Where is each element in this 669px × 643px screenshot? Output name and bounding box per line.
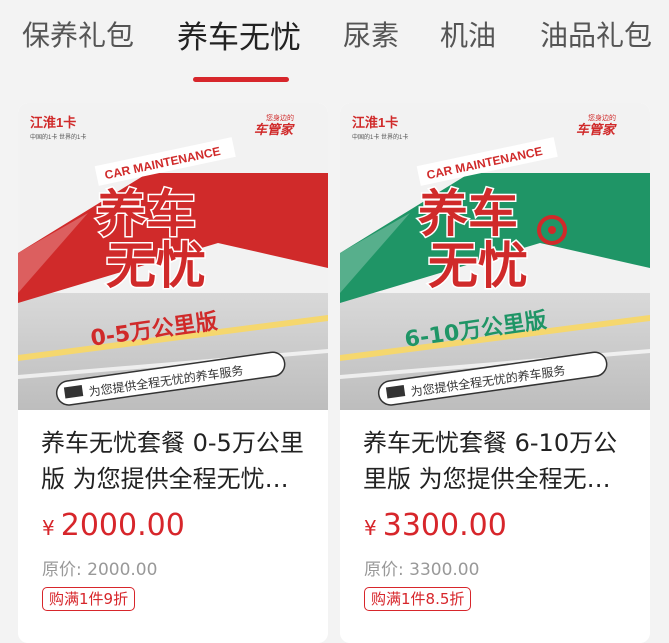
currency-symbol: ¥ (364, 516, 377, 540)
badge-top: 您身边的 (266, 113, 294, 122)
active-tab-indicator (193, 77, 289, 82)
discount-badge: 购满1件9折 (42, 587, 136, 611)
price-value: 2000.00 (60, 508, 185, 543)
badge-logo: 车管家 (576, 122, 617, 137)
price-value: 3300.00 (382, 508, 507, 543)
product-poster-image[interactable]: 江淮1卡 中国的1卡 世界的1卡 您身边的 车管家 CAR MAINTENANC… (18, 103, 328, 410)
badge-logo: 车管家 (254, 122, 295, 137)
product-price: ¥2000.00 (42, 508, 185, 543)
original-price: 原价: 2000.00 (42, 560, 158, 580)
tab-maintenance-package[interactable]: 保养礼包 (22, 14, 134, 54)
brand-logo: 江淮1卡 (352, 115, 398, 130)
product-price: ¥3300.00 (364, 508, 507, 543)
tab-worry-free-care[interactable]: 养车无忧 (177, 12, 301, 57)
badge-top: 您身边的 (588, 113, 616, 122)
tab-urea[interactable]: 尿素 (343, 14, 399, 54)
product-card[interactable]: 江淮1卡 中国的1卡 世界的1卡 您身边的 车管家 CAR MAINTENANC… (18, 103, 328, 643)
discount-badge: 购满1件8.5折 (364, 587, 472, 611)
brand-slogan: 中国的1卡 世界的1卡 (30, 133, 86, 141)
product-title[interactable]: 养车无忧套餐 6-10万公里版 为您提供全程无忧的养车服务 (363, 425, 631, 497)
tab-engine-oil[interactable]: 机油 (440, 14, 496, 54)
product-title[interactable]: 养车无忧套餐 0-5万公里版 为您提供全程无忧的养车服务 (41, 425, 309, 497)
headline-line-1: 养车 (418, 185, 518, 243)
brand-slogan: 中国的1卡 世界的1卡 (352, 133, 408, 141)
tab-oil-package[interactable]: 油品礼包 (540, 14, 652, 54)
currency-symbol: ¥ (42, 516, 55, 540)
product-card[interactable]: 江淮1卡 中国的1卡 世界的1卡 您身边的 车管家 CAR MAINTENANC… (340, 103, 650, 643)
original-price: 原价: 3300.00 (364, 560, 480, 580)
brand-logo: 江淮1卡 (30, 115, 76, 130)
headline-line-2: 无忧 (428, 237, 528, 295)
headline-line-2: 无忧 (106, 237, 206, 295)
product-poster-image[interactable]: 江淮1卡 中国的1卡 世界的1卡 您身边的 车管家 CAR MAINTENANC… (340, 103, 650, 410)
headline-line-1: 养车 (96, 185, 196, 243)
category-tabs: 保养礼包 养车无忧 尿素 机油 油品礼包 (0, 0, 669, 96)
